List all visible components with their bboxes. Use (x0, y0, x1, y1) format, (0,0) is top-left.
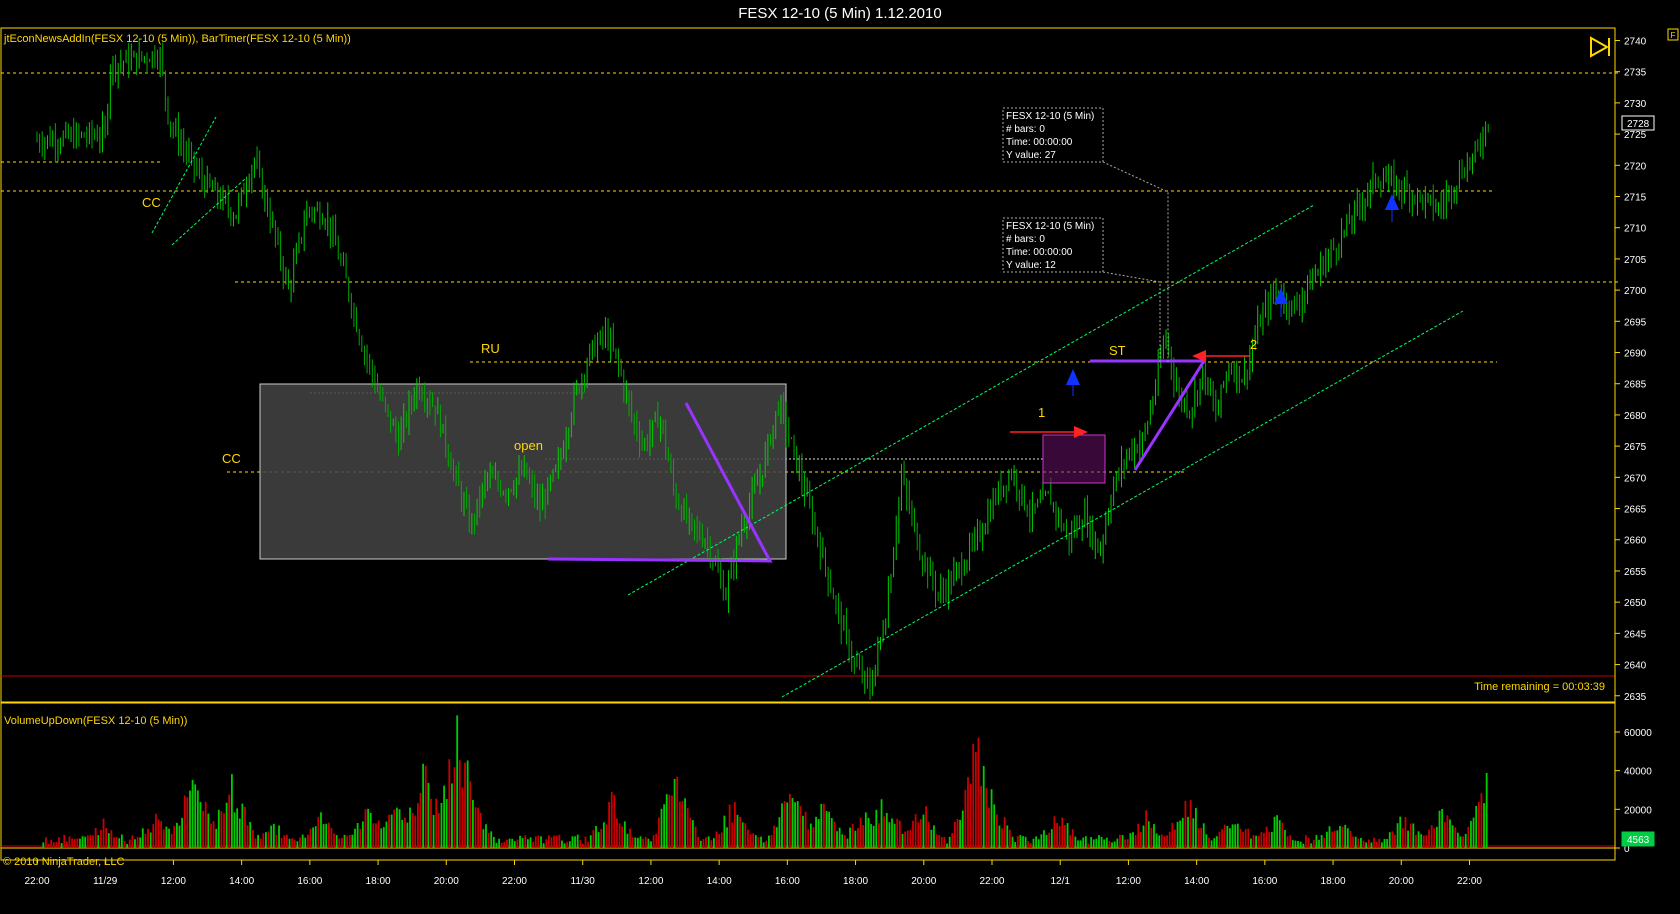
price-tick-label: 2695 (1624, 317, 1647, 328)
price-tick-label: 2670 (1624, 473, 1647, 484)
time-tick-label: 12:00 (161, 876, 186, 887)
entry-box[interactable] (1042, 434, 1106, 484)
price-tick-label: 2660 (1624, 536, 1647, 547)
time-tick-label: 22:00 (24, 876, 49, 887)
price-tick-label: 2645 (1624, 629, 1647, 640)
price-panel-border (0, 27, 1616, 703)
price-tick-label: 2655 (1624, 567, 1647, 578)
price-tick-label: 2635 (1624, 692, 1647, 703)
price-tick-label: 2700 (1624, 286, 1647, 297)
last-volume-text: 4563 (1627, 835, 1650, 846)
time-tick-label: 11/29 (93, 876, 118, 887)
time-tick-label: 18:00 (843, 876, 868, 887)
tooltip-1-line-1: FESX 12-10 (5 Min) (1006, 111, 1094, 122)
time-tick-label: 20:00 (434, 876, 459, 887)
price-tick-label: 2715 (1624, 193, 1647, 204)
time-tick-label: 11/30 (571, 876, 596, 887)
volume-bars (42, 715, 1488, 848)
tooltip-2-line-1: FESX 12-10 (5 Min) (1006, 221, 1094, 232)
tooltip-1-line-2: # bars: 0 (1006, 124, 1045, 135)
price-tick-label: 2640 (1624, 661, 1647, 672)
volume-tick-label: 60000 (1624, 728, 1652, 739)
tooltip-2-line-2: # bars: 0 (1006, 234, 1045, 245)
time-tick-label: 18:00 (366, 876, 391, 887)
channel-lower-2 (781, 310, 1464, 698)
time-tick-label: 20:00 (1389, 876, 1414, 887)
price-tick-label: 2725 (1624, 130, 1647, 141)
chart-canvas[interactable]: FESX 12-10 (5 Min) # bars: 0 Time: 00:00… (0, 0, 1680, 914)
corner-marker-text: F (1671, 31, 1676, 40)
price-tick-label: 2680 (1624, 411, 1647, 422)
time-tick-label: 14:00 (229, 876, 254, 887)
time-remaining-label: Time remaining = 00:03:39 (1474, 681, 1605, 693)
indicators-top-label: jtEconNewsAddIn(FESX 12-10 (5 Min)), Bar… (3, 33, 351, 45)
tooltip-2-line-3: Time: 00:00:00 (1006, 247, 1073, 258)
annotation-cc-mid: CC (222, 451, 241, 466)
time-tick-label: 16:00 (297, 876, 322, 887)
tooltip-1-line-4: Y value: 27 (1006, 150, 1056, 161)
annotation-ru: RU (481, 341, 500, 356)
time-tick-label: 12:00 (1116, 876, 1141, 887)
annotation-st: ST (1109, 343, 1126, 358)
price-tick-label: 2665 (1624, 505, 1647, 516)
tooltip-2: FESX 12-10 (5 Min) # bars: 0 Time: 00:00… (1002, 217, 1161, 362)
volume-tick-label: 40000 (1624, 767, 1652, 778)
last-price-text: 2728 (1627, 119, 1650, 130)
price-tick-label: 2710 (1624, 224, 1647, 235)
volume-tick-label: 20000 (1624, 805, 1652, 816)
price-tick-label: 2705 (1624, 255, 1647, 266)
annotation-2: 2 (1250, 337, 1257, 352)
annotation-open: open (514, 438, 543, 453)
time-tick-label: 12:00 (638, 876, 663, 887)
blue-arrow-3 (1385, 194, 1399, 222)
price-tick-label: 2675 (1624, 442, 1647, 453)
time-tick-label: 18:00 (1321, 876, 1346, 887)
price-bars (36, 38, 1489, 700)
indicators-bottom-label: VolumeUpDown(FESX 12-10 (5 Min)) (4, 715, 187, 727)
price-tick-label: 2720 (1624, 161, 1647, 172)
blue-arrow-1 (1066, 369, 1080, 396)
time-tick-label: 12/1 (1050, 876, 1070, 887)
price-tick-label: 2740 (1624, 36, 1647, 47)
time-tick-label: 16:00 (1252, 876, 1277, 887)
time-tick-label: 22:00 (502, 876, 527, 887)
play-icon[interactable] (1590, 36, 1610, 58)
last-price-badge: 2728 (1621, 115, 1655, 131)
channel-lower-1 (171, 177, 247, 246)
copyright-label: © 2010 NinjaTrader, LLC (3, 856, 124, 868)
time-tick-label: 14:00 (1184, 876, 1209, 887)
annotation-cc-top: CC (142, 195, 161, 210)
range-box[interactable] (259, 383, 787, 560)
tooltip-2-line-4: Y value: 12 (1006, 260, 1056, 271)
annotation-1: 1 (1038, 405, 1045, 420)
time-tick-label: 22:00 (1457, 876, 1482, 887)
price-tick-label: 2685 (1624, 380, 1647, 391)
corner-marker[interactable]: F (1667, 28, 1679, 41)
price-tick-label: 2730 (1624, 99, 1647, 110)
time-tick-label: 22:00 (979, 876, 1004, 887)
last-volume-badge: 4563 (1621, 831, 1655, 847)
price-tick-label: 2735 (1624, 68, 1647, 79)
price-tick-label: 2690 (1624, 349, 1647, 360)
time-axis: 22:00 11/29 12:00 14:00 16:00 18:00 20:00 22:00… (24, 860, 1482, 887)
time-tick-label: 20:00 (911, 876, 936, 887)
time-tick-label: 16:00 (775, 876, 800, 887)
time-tick-label: 14:00 (707, 876, 732, 887)
price-tick-label: 2650 (1624, 598, 1647, 609)
tooltip-1-line-3: Time: 00:00:00 (1006, 137, 1073, 148)
